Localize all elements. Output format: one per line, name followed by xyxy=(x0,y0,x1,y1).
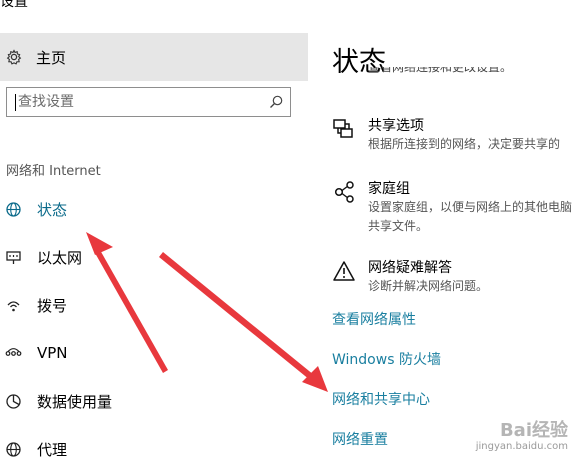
ethernet-icon xyxy=(4,248,22,266)
homegroup-icon xyxy=(332,180,356,204)
settings-search-box[interactable] xyxy=(6,87,291,117)
sidebar-item-status[interactable]: 状态 xyxy=(0,193,308,225)
sidebar-item-ethernet[interactable]: 以太网 xyxy=(0,241,308,273)
warning-icon xyxy=(332,259,356,283)
search-input[interactable] xyxy=(18,92,263,112)
globe-icon xyxy=(4,440,22,458)
globe-icon xyxy=(4,200,22,218)
item-title: 共享选项 xyxy=(368,118,424,134)
sidebar-item-label: 以太网 xyxy=(37,248,83,267)
window-title: 设置 xyxy=(0,0,28,10)
sidebar-item-label: VPN xyxy=(37,344,68,362)
sidebar-item-label: 拨号 xyxy=(37,296,68,315)
windows-firewall-link[interactable]: Windows 防火墙 xyxy=(332,349,441,369)
item-description: 诊断并解决网络问题。 xyxy=(368,279,489,293)
network-troubleshooter-item[interactable]: 网络疑难解答 诊断并解决网络问题。 xyxy=(332,257,574,297)
homegroup-item[interactable]: 家庭组 设置家庭组，以便与网络上的其他电脑共享文件。 xyxy=(332,178,574,238)
dialup-icon xyxy=(4,296,22,314)
sidebar-item-dialup[interactable]: 拨号 xyxy=(0,289,308,321)
sidebar-item-label: 数据使用量 xyxy=(37,392,113,411)
settings-sidebar: 设置 主页 网络和 Internet 状态 xyxy=(0,0,308,459)
sidebar-item-label: 状态 xyxy=(37,200,68,219)
watermark-logo: Bai经验 xyxy=(499,420,568,441)
item-title: 网络疑难解答 xyxy=(368,260,452,276)
view-network-properties-link[interactable]: 查看网络属性 xyxy=(332,309,416,329)
watermark: Bai经验 jingyan.baidu.com xyxy=(476,421,568,453)
search-icon[interactable] xyxy=(268,94,284,110)
text-caret xyxy=(15,94,16,111)
sidebar-item-proxy[interactable]: 代理 xyxy=(0,433,308,465)
watermark-url: jingyan.baidu.com xyxy=(475,441,568,452)
sidebar-item-vpn[interactable]: VPN xyxy=(0,337,308,369)
status-page: 状态 查看网络连接和更改设置。 共享选项 根据所连接到的网络，决定要共享的 家庭… xyxy=(308,0,574,457)
item-title: 家庭组 xyxy=(368,181,410,197)
vpn-icon xyxy=(4,344,22,362)
sidebar-item-data-usage[interactable]: 数据使用量 xyxy=(0,385,308,417)
sharing-options-item[interactable]: 共享选项 根据所连接到的网络，决定要共享的 xyxy=(332,115,574,155)
sidebar-item-label: 代理 xyxy=(37,440,68,459)
section-header: 网络和 Internet xyxy=(6,164,101,179)
data-usage-icon xyxy=(4,392,22,410)
gear-icon xyxy=(6,49,22,65)
clipped-description: 查看网络连接和更改设置。 xyxy=(368,67,513,74)
network-sharing-center-link[interactable]: 网络和共享中心 xyxy=(332,389,430,409)
item-description: 设置家庭组，以便与网络上的其他电脑共享文件。 xyxy=(368,200,573,233)
home-label: 主页 xyxy=(36,48,67,67)
home-nav-item[interactable]: 主页 xyxy=(0,33,308,81)
network-reset-link[interactable]: 网络重置 xyxy=(332,429,388,449)
item-description: 根据所连接到的网络，决定要共享的 xyxy=(368,137,561,151)
sharing-icon xyxy=(332,117,356,141)
